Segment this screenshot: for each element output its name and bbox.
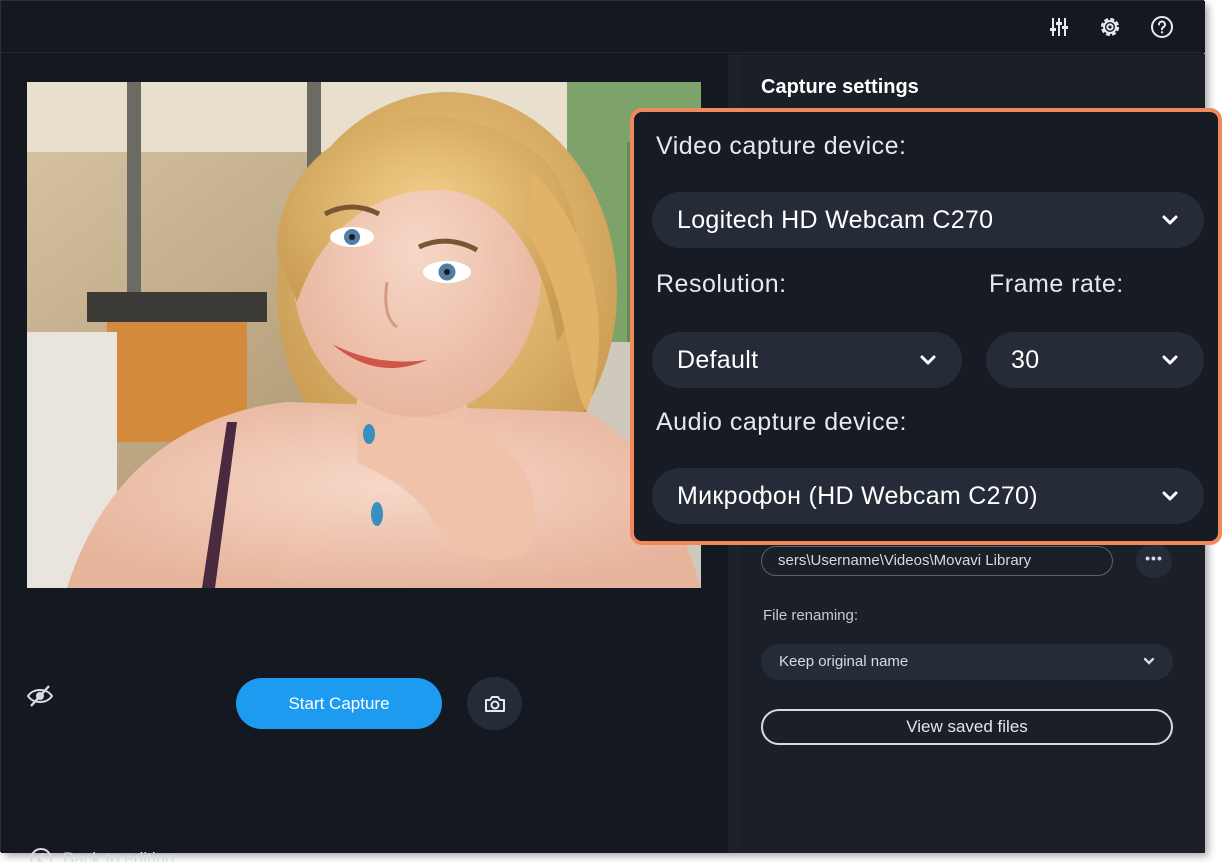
browse-button[interactable]: ••• <box>1136 544 1172 578</box>
webcam-preview <box>27 82 701 588</box>
audio-device-value: Микрофон (HD Webcam C270) <box>677 482 1038 510</box>
hide-preview-icon[interactable] <box>25 682 57 710</box>
resolution-select[interactable]: Default <box>652 332 962 388</box>
file-renaming-label: File renaming: <box>763 607 859 624</box>
audio-device-select[interactable]: Микрофон (HD Webcam C270) <box>652 468 1204 524</box>
capture-settings-title: Capture settings <box>761 76 919 98</box>
chevron-down-icon <box>1162 332 1178 388</box>
frame-rate-value: 30 <box>1011 346 1040 374</box>
resolution-label: Resolution: <box>656 270 787 298</box>
start-capture-button[interactable]: Start Capture <box>236 678 442 729</box>
chevron-down-icon <box>920 332 936 388</box>
back-arrow-icon <box>30 848 52 862</box>
back-to-editing-link[interactable]: Back to editing <box>29 846 175 862</box>
frame-rate-select[interactable]: 30 <box>986 332 1204 388</box>
save-path-field[interactable]: sers\Username\Videos\Movavi Library <box>761 546 1113 576</box>
back-label: Back to editing <box>63 849 175 862</box>
title-bar <box>1 1 1205 53</box>
mixer-icon[interactable] <box>1045 13 1073 41</box>
capture-devices-callout: Video capture device: Logitech HD Webcam… <box>630 108 1222 545</box>
frame-rate-label: Frame rate: <box>989 270 1124 298</box>
view-saved-files-button[interactable]: View saved files <box>761 709 1173 745</box>
video-device-select[interactable]: Logitech HD Webcam C270 <box>652 192 1204 248</box>
file-renaming-value: Keep original name <box>779 653 909 670</box>
snapshot-button[interactable] <box>467 677 522 730</box>
video-device-label: Video capture device: <box>656 132 907 160</box>
video-device-value: Logitech HD Webcam C270 <box>677 206 994 234</box>
file-renaming-select[interactable]: Keep original name <box>761 644 1173 680</box>
gear-icon[interactable] <box>1096 13 1124 41</box>
chevron-down-icon <box>1143 644 1155 694</box>
chevron-down-icon <box>1162 468 1178 524</box>
resolution-value: Default <box>677 346 759 374</box>
audio-device-label: Audio capture device: <box>656 408 907 436</box>
preview-pane: Start Capture Back to editing <box>1 54 728 862</box>
help-icon[interactable] <box>1148 13 1176 41</box>
chevron-down-icon <box>1162 192 1178 248</box>
camera-icon <box>484 695 505 712</box>
